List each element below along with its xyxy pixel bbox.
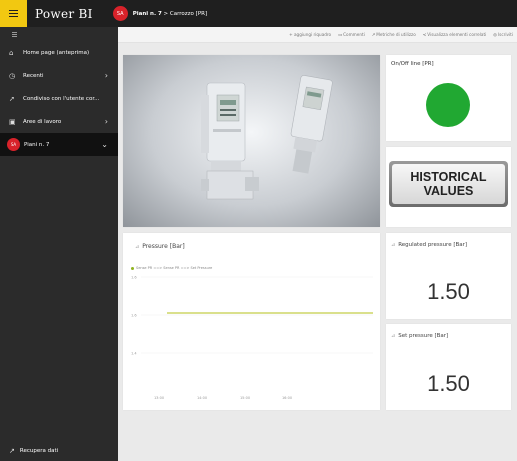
sidebar-item-label: Home page (anteprima) [23,49,90,56]
sidebar-item-workspaces[interactable]: ▣ Aree di lavoro › [0,110,118,133]
comments-label: Commenti [343,32,365,37]
x-tick-label: 16:00 [282,396,292,400]
metrics-icon: ↗ [371,32,376,37]
historical-values-button[interactable]: HISTORICAL VALUES [389,161,508,207]
workspace-avatar-icon: SA [7,138,20,151]
tile-title: ⊿ Set pressure [Bar] [391,333,448,339]
set-pressure-value: 1.50 [427,371,470,396]
app-title[interactable]: Power BI [35,7,93,21]
breadcrumb-separator: > [163,10,169,17]
usage-metrics-button[interactable]: ↗Metriche di utilizzo [372,32,416,37]
related-icon: ≺ [422,32,427,37]
get-data-label: Recupera dati [19,448,59,454]
sidebar-item-label: Piani n. 7 [24,141,50,148]
historical-line-1: HISTORICAL [410,170,487,184]
nav-collapse-button[interactable] [0,27,118,41]
waffle-icon [9,12,18,15]
get-data-button[interactable]: ↗ Recupera dati [9,447,58,455]
hamburger-icon [12,33,17,35]
chevron-right-icon: › [104,71,108,80]
pin-icon: ⊿ [391,333,396,339]
y-tick-label: 1.4 [131,352,137,356]
regulated-pressure-tile[interactable]: ⊿ Regulated pressure [Bar] 1.50 [386,233,511,319]
historical-values-tile[interactable]: HISTORICAL VALUES [386,147,511,227]
related-items-label: Visualizza elementi correlati [427,32,487,37]
breadcrumb-dashboard: Carrozzo [PR] [169,10,208,17]
pressure-line-chart: 1.6 1.6 1.4 13:00 14:00 15:00 16:00 [131,276,373,400]
app-launcher-button[interactable] [0,0,27,27]
x-tick-label: 13:00 [154,396,164,400]
pressure-regulator-image [201,75,333,200]
y-tick-label: 1.6 [131,314,137,318]
pressure-chart-tile[interactable]: ⊿ Pressure [Bar] Sense PR ==> Sense PR ==… [123,233,380,410]
pin-icon: ⊿ [391,242,396,248]
sidebar-item-shared[interactable]: ➚ Condiviso con l'utente cor... [0,87,118,110]
workspace-avatar[interactable]: SA [112,6,128,21]
sidebar-item-label: Aree di lavoro [23,118,62,125]
chevron-right-icon: › [104,117,108,126]
share-icon: ➚ [9,94,15,103]
breadcrumb: Piani n. 7 > Carrozzo [PR] [133,11,207,17]
home-icon: ⌂ [9,48,14,57]
related-items-button[interactable]: ≺Visualizza elementi correlati [423,32,487,37]
subscribe-label: Iscriviti [497,32,513,37]
powerbi-window: Power BI SA Piani n. 7 > Carrozzo [PR] ⌂… [0,0,517,461]
workspaces-icon: ▣ [9,117,16,126]
y-tick-label: 1.6 [131,276,137,280]
online-status-tile[interactable]: On/Off line [PR] [386,55,511,141]
dashboard-action-bar: + aggiungi riquadro ▭Commenti ↗Metriche … [118,27,517,43]
historical-line-2: VALUES [423,184,474,198]
historical-values-label: HISTORICAL VALUES [392,164,505,204]
sidebar-item-label: Recenti [23,72,44,79]
x-tick-label: 15:00 [240,396,250,400]
tile-title-text: Regulated pressure [Bar] [398,242,468,248]
comments-button[interactable]: ▭Commenti [338,32,365,37]
regulated-pressure-value: 1.50 [427,279,470,304]
subscribe-icon: ◎ [493,32,497,37]
chevron-down-icon: ⌄ [101,140,108,149]
navigation-pane: ⌂ Home page (anteprima) ◷ Recenti › ➚ Co… [0,27,118,461]
sidebar-item-current-workspace[interactable]: SA Piani n. 7 ⌄ [0,133,118,156]
usage-metrics-label: Metriche di utilizzo [376,32,416,37]
sidebar-item-recent[interactable]: ◷ Recenti › [0,64,118,87]
tile-title: On/Off line [PR] [391,61,434,67]
online-status-indicator [426,83,470,127]
add-tile-button[interactable]: + aggiungi riquadro [289,32,331,37]
sidebar-item-home[interactable]: ⌂ Home page (anteprima) [0,41,118,64]
tile-title-text: Set pressure [Bar] [398,333,449,339]
set-pressure-tile[interactable]: ⊿ Set pressure [Bar] 1.50 [386,324,511,410]
sidebar-item-label: Condiviso con l'utente cor... [23,95,100,102]
device-image-tile[interactable] [123,55,380,227]
tile-title: ⊿ Regulated pressure [Bar] [391,242,467,248]
top-bar: Power BI SA Piani n. 7 > Carrozzo [PR] [0,0,517,27]
subscribe-button[interactable]: ◎Iscriviti [493,32,513,37]
comment-icon: ▭ [338,32,343,37]
breadcrumb-workspace[interactable]: Piani n. 7 [133,11,162,17]
get-data-icon: ↗ [9,447,15,455]
x-tick-label: 14:00 [197,396,207,400]
clock-icon: ◷ [9,71,16,80]
